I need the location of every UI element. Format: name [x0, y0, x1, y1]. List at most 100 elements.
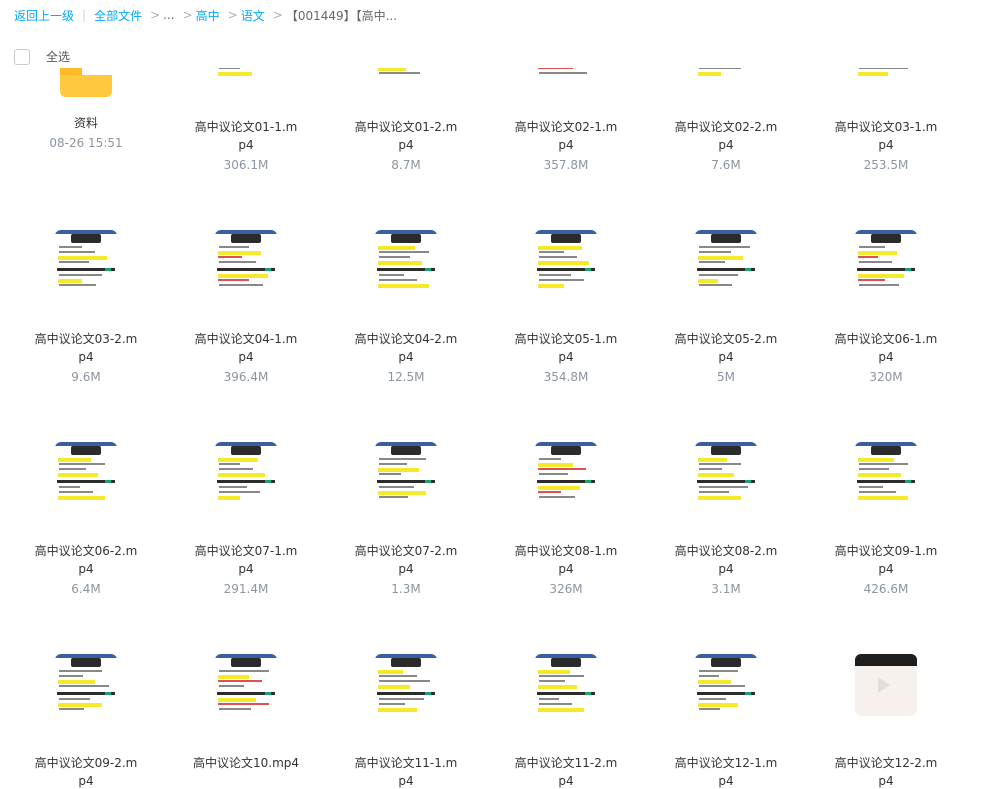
thumbnail-progress-bar [537, 268, 595, 271]
file-name: 高中议论文05-2.mp4 [674, 332, 778, 364]
thumbnail-text-line [378, 685, 410, 689]
thumbnail-text-line [539, 496, 575, 498]
thumbnail-text-line [59, 246, 82, 248]
video-thumbnail[interactable] [695, 654, 757, 716]
file-name: 高中议论文06-2.mp4 [34, 544, 138, 576]
video-thumbnail[interactable] [535, 230, 597, 292]
file-name: 高中议论文04-2.mp4 [354, 332, 458, 364]
breadcrumb-ellipsis[interactable]: ... [163, 8, 174, 22]
thumbnail-controls [391, 234, 421, 243]
thumbnail-controls [71, 234, 101, 243]
chevron-right-icon: > [150, 8, 161, 22]
thumbnail-text-line [58, 703, 102, 707]
thumbnail-text-line [59, 468, 86, 470]
thumbnail-text-line [859, 261, 892, 263]
thumbnail-text-line [219, 491, 260, 493]
breadcrumb-level-yuwen[interactable]: 语文 [241, 7, 265, 24]
all-files-link[interactable]: 全部文件 [94, 7, 142, 24]
video-thumbnail[interactable] [855, 654, 917, 716]
thumbnail-progress-bar [857, 268, 915, 271]
thumbnail-text-line [699, 468, 722, 470]
video-thumbnail[interactable] [215, 654, 277, 716]
thumbnail-text-line [219, 670, 269, 672]
file-size: 396.4M [223, 370, 269, 384]
video-thumbnail[interactable] [855, 442, 917, 504]
video-thumbnail[interactable] [375, 230, 437, 292]
thumbnail-text-line [59, 670, 102, 672]
thumbnail-text-line [538, 685, 577, 689]
thumbnail-text-line [859, 468, 889, 470]
thumbnail-text-line [378, 708, 417, 712]
thumbnail-text-line [59, 261, 89, 263]
thumbnail-progress-bar [697, 268, 755, 271]
select-all-checkbox[interactable] [14, 48, 30, 65]
thumbnail-text-line [699, 274, 738, 276]
thumbnail-text-line [59, 251, 95, 253]
thumbnail-text-line [858, 496, 908, 500]
thumbnail-progress-bar [377, 268, 435, 271]
thumbnail-text-line [218, 496, 240, 500]
video-thumbnail[interactable] [855, 230, 917, 292]
file-name: 高中议论文12-1.mp4 [674, 756, 778, 788]
video-thumbnail[interactable] [375, 654, 437, 716]
thumbnail-progress-bar [217, 268, 275, 271]
video-thumbnail[interactable] [855, 68, 917, 80]
thumbnail-controls [391, 658, 421, 667]
chevron-right-icon: > [182, 8, 193, 22]
video-thumbnail[interactable] [55, 230, 117, 292]
video-thumbnail[interactable] [215, 68, 277, 80]
thumbnail-progress-bar [537, 480, 595, 483]
chevron-right-icon: > [272, 8, 283, 22]
thumbnail-progress-bar [697, 480, 755, 483]
file-grid: 资料 08-26 15:51 高中议论文01-1.mp4 306.1M 高中议论文01-… [0, 68, 982, 789]
thumbnail-text-line [698, 279, 718, 283]
file-name: 高中议论文02-1.mp4 [514, 120, 618, 152]
thumbnail-text-line [858, 473, 901, 477]
thumbnail-text-line [59, 675, 83, 677]
thumbnail-text-line [379, 256, 410, 258]
file-name: 高中议论文12-2.mp4 [834, 756, 938, 788]
file-size: 357.8M [543, 158, 589, 172]
file-size: 253.5M [863, 158, 909, 172]
thumbnail-text-line [378, 284, 429, 288]
video-thumbnail[interactable] [535, 68, 597, 80]
breadcrumb: 返回上一级 | 全部文件 > ... > 高中 > 语文 > 【001449】【… [14, 6, 397, 24]
thumbnail-text-line [859, 246, 885, 248]
folder-icon [60, 68, 112, 97]
video-thumbnail[interactable] [55, 654, 117, 716]
thumbnail-text-line [538, 670, 570, 674]
thumbnail-text-line [59, 284, 96, 286]
video-thumbnail[interactable] [375, 68, 437, 80]
video-thumbnail[interactable] [535, 654, 597, 716]
file-name: 高中议论文07-2.mp4 [354, 544, 458, 576]
thumbnail-progress-bar [217, 692, 275, 695]
select-all[interactable]: 全选 [14, 48, 70, 65]
video-thumbnail[interactable] [535, 442, 597, 504]
thumbnail-text-line [698, 458, 727, 462]
back-link[interactable]: 返回上一级 [14, 7, 74, 24]
video-thumbnail[interactable] [55, 442, 117, 504]
thumbnail-text-line [699, 675, 719, 677]
file-size: 426.6M [863, 582, 909, 596]
file-size: 326M [549, 582, 583, 596]
video-thumbnail[interactable] [695, 68, 757, 80]
file-name: 高中议论文07-1.mp4 [194, 544, 298, 576]
file-name: 高中议论文05-1.mp4 [514, 332, 618, 364]
file-name: 高中议论文03-1.mp4 [834, 120, 938, 152]
file-size: 7.6M [711, 158, 741, 172]
thumbnail-text-line [379, 675, 417, 677]
video-thumbnail[interactable] [215, 442, 277, 504]
thumbnail-text-line [58, 496, 105, 500]
video-thumbnail[interactable] [375, 442, 437, 504]
breadcrumb-level-gaozhong[interactable]: 高中 [196, 7, 220, 24]
video-thumbnail[interactable] [695, 230, 757, 292]
folder-body [60, 75, 112, 97]
thumbnail-text-line [58, 680, 95, 684]
video-thumbnail[interactable] [695, 442, 757, 504]
video-thumbnail[interactable] [215, 230, 277, 292]
thumbnail-progress-bar [57, 480, 115, 483]
thumbnail-text-line [699, 685, 745, 687]
thumbnail-text-line [859, 284, 899, 286]
thumbnail-text-line [379, 680, 430, 682]
thumbnail-text-line [219, 468, 253, 470]
